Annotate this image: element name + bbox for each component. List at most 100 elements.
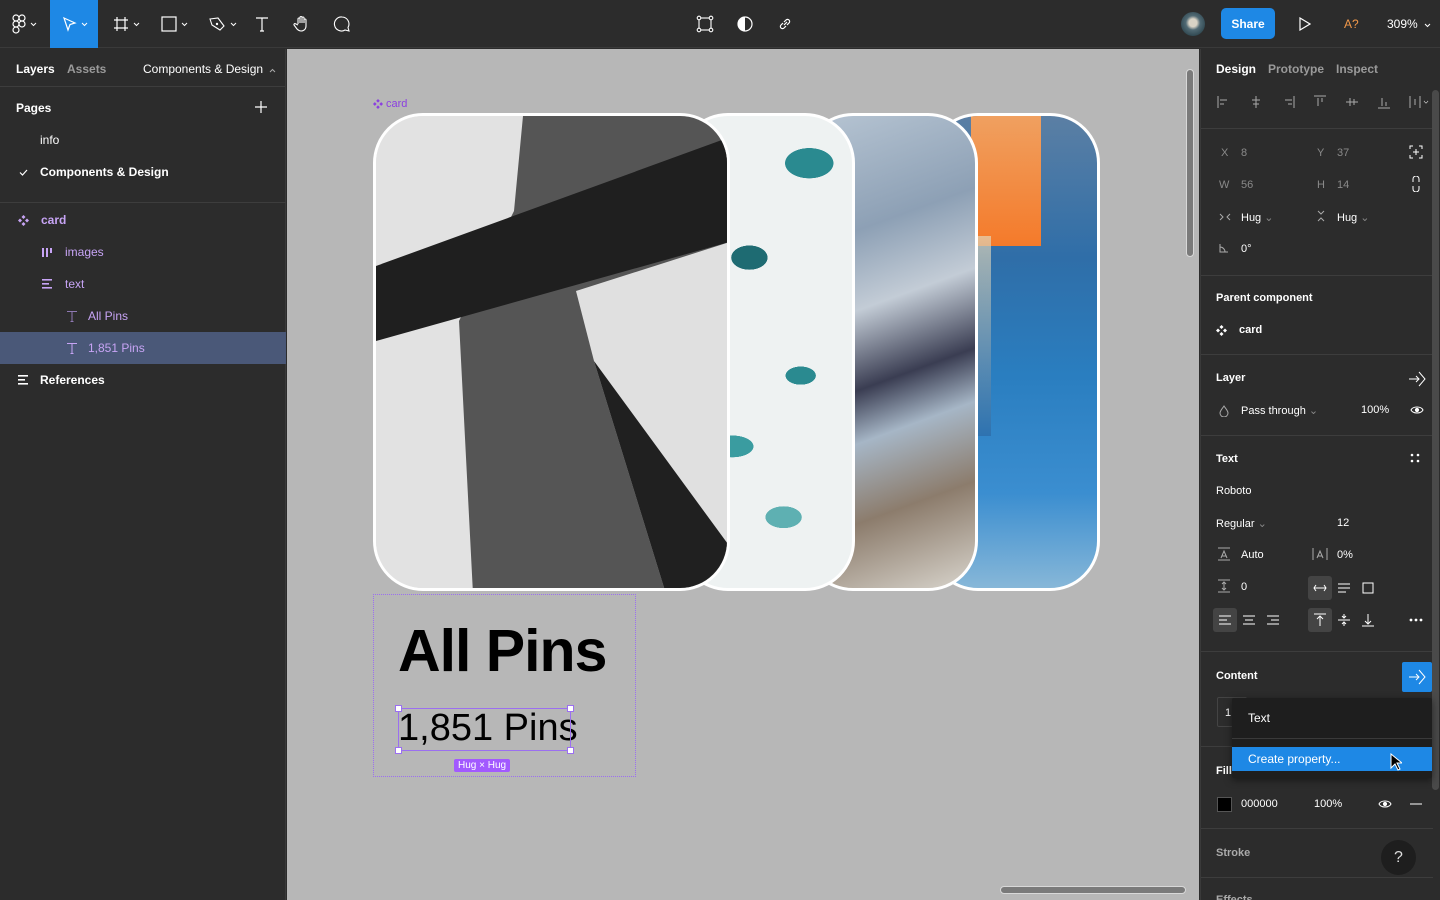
- resize-handle[interactable]: [395, 747, 402, 754]
- orange-brushstroke: [971, 116, 1041, 246]
- contrast-button[interactable]: [733, 0, 757, 48]
- page-selector[interactable]: Components & Design: [143, 62, 276, 76]
- component-frame-label[interactable]: card: [373, 98, 407, 110]
- font-weight-dropdown[interactable]: Regular ⌄: [1216, 517, 1267, 530]
- images-frame[interactable]: [373, 113, 1100, 591]
- divider: [1201, 828, 1433, 829]
- selection-box[interactable]: [395, 705, 574, 754]
- alignment-toolbar: [1213, 91, 1433, 115]
- hand-icon: [293, 15, 307, 32]
- layer-label: images: [65, 245, 104, 259]
- fixed-size-button[interactable]: [1356, 576, 1380, 600]
- font-size-input[interactable]: 12: [1337, 517, 1349, 529]
- rotation-input[interactable]: 0°: [1241, 243, 1252, 255]
- text-align-left-icon: [1219, 615, 1231, 625]
- paragraph-spacing-input[interactable]: 0: [1241, 581, 1247, 593]
- shape-tool-button[interactable]: [154, 0, 194, 48]
- align-text-left-button[interactable]: [1213, 608, 1237, 632]
- help-button[interactable]: ?: [1381, 840, 1416, 875]
- align-text-center-button[interactable]: [1237, 608, 1261, 632]
- heading-text[interactable]: All Pins: [398, 617, 607, 685]
- align-text-top-button[interactable]: [1308, 608, 1332, 632]
- distribute-icon[interactable]: [1409, 95, 1431, 109]
- main-menu-button[interactable]: [0, 0, 48, 48]
- move-tool-button[interactable]: [50, 0, 98, 48]
- create-property-menu-item[interactable]: Create property...: [1232, 747, 1432, 771]
- align-text-bottom-button[interactable]: [1356, 608, 1380, 632]
- align-text-middle-button[interactable]: [1332, 608, 1356, 632]
- comment-tool-button[interactable]: [330, 0, 354, 48]
- text-frame[interactable]: All Pins 1,851 Pins Hug × Hug: [373, 594, 636, 777]
- text-align-middle-icon: [1338, 614, 1350, 626]
- panel-scrollbar[interactable]: [1432, 90, 1439, 790]
- line-height-input[interactable]: Auto: [1241, 549, 1264, 561]
- image-geometric-gray-abstract[interactable]: [373, 113, 730, 591]
- frame-tool-button[interactable]: [106, 0, 146, 48]
- tab-assets[interactable]: Assets: [67, 62, 106, 76]
- text-tool-button[interactable]: [250, 0, 274, 48]
- share-button[interactable]: Share: [1221, 8, 1275, 39]
- add-page-button[interactable]: [254, 100, 268, 117]
- align-horizontal-center-icon[interactable]: [1249, 95, 1263, 109]
- y-input[interactable]: 37: [1337, 147, 1349, 159]
- layer-row-card[interactable]: card: [0, 204, 286, 236]
- present-button[interactable]: [1295, 0, 1315, 48]
- constrain-proportions-icon[interactable]: [1411, 176, 1421, 192]
- zoom-level-dropdown[interactable]: 309%: [1387, 17, 1431, 31]
- transform-button[interactable]: [693, 0, 717, 48]
- apply-content-property-button[interactable]: [1402, 662, 1432, 692]
- tab-prototype[interactable]: Prototype: [1268, 62, 1324, 76]
- layer-opacity-input[interactable]: 100%: [1361, 404, 1389, 416]
- parent-component-name: card: [1239, 324, 1263, 336]
- layer-row-text[interactable]: text: [0, 268, 286, 300]
- remove-fill-icon[interactable]: [1410, 803, 1422, 805]
- align-text-right-button[interactable]: [1261, 608, 1285, 632]
- resize-handle[interactable]: [567, 705, 574, 712]
- tab-layers[interactable]: Layers: [16, 62, 55, 76]
- resize-handle[interactable]: [567, 747, 574, 754]
- width-resizing-dropdown[interactable]: Hug ⌄: [1241, 211, 1273, 224]
- eye-icon[interactable]: [1410, 405, 1424, 415]
- height-resizing-dropdown[interactable]: Hug ⌄: [1337, 211, 1369, 224]
- align-top-icon[interactable]: [1313, 95, 1327, 109]
- eye-icon[interactable]: [1378, 799, 1392, 809]
- letter-spacing-input[interactable]: 0%: [1337, 549, 1353, 561]
- layer-row-images[interactable]: images: [0, 236, 286, 268]
- design-canvas[interactable]: card All Pins 1,851 Pins Hug × Hug: [287, 49, 1199, 900]
- parent-component-link[interactable]: card: [1216, 324, 1262, 336]
- tab-inspect[interactable]: Inspect: [1336, 62, 1378, 76]
- vertical-scrollbar[interactable]: [1186, 69, 1194, 257]
- page-item-info[interactable]: info: [0, 124, 286, 156]
- align-bottom-icon[interactable]: [1377, 95, 1391, 109]
- w-input[interactable]: 56: [1241, 179, 1253, 191]
- align-right-icon[interactable]: [1281, 95, 1295, 109]
- align-vertical-center-icon[interactable]: [1345, 95, 1359, 109]
- tab-design[interactable]: Design: [1216, 62, 1256, 76]
- x-input[interactable]: 8: [1241, 147, 1247, 159]
- height-resizing-value: Hug: [1337, 212, 1358, 224]
- more-text-options-button[interactable]: [1404, 608, 1428, 632]
- page-item-components-design[interactable]: Components & Design: [0, 156, 286, 188]
- font-family-dropdown[interactable]: Roboto: [1216, 485, 1251, 497]
- resize-handle[interactable]: [395, 705, 402, 712]
- align-left-icon[interactable]: [1217, 95, 1231, 109]
- link-button[interactable]: [773, 0, 797, 48]
- user-avatar[interactable]: [1181, 12, 1205, 36]
- auto-width-button[interactable]: [1308, 576, 1332, 600]
- fill-color-swatch[interactable]: [1217, 797, 1232, 812]
- horizontal-scrollbar[interactable]: [1000, 886, 1186, 894]
- pen-tool-button[interactable]: [202, 0, 242, 48]
- layer-row-1851-pins[interactable]: 1,851 Pins: [0, 332, 286, 364]
- fill-opacity-input[interactable]: 100%: [1314, 798, 1342, 810]
- absolute-position-icon[interactable]: [1409, 145, 1423, 159]
- layer-row-references[interactable]: References: [0, 364, 286, 396]
- apply-variable-icon[interactable]: [1408, 371, 1426, 387]
- layer-row-all-pins[interactable]: All Pins: [0, 300, 286, 332]
- h-input[interactable]: 14: [1337, 179, 1349, 191]
- hand-tool-button[interactable]: [290, 0, 314, 48]
- auto-height-button[interactable]: [1332, 576, 1356, 600]
- text-styles-icon[interactable]: [1410, 453, 1420, 463]
- accessibility-check-label[interactable]: A?: [1344, 17, 1359, 31]
- blend-mode-dropdown[interactable]: Pass through ⌄: [1241, 404, 1318, 417]
- fill-hex-input[interactable]: 000000: [1241, 798, 1278, 810]
